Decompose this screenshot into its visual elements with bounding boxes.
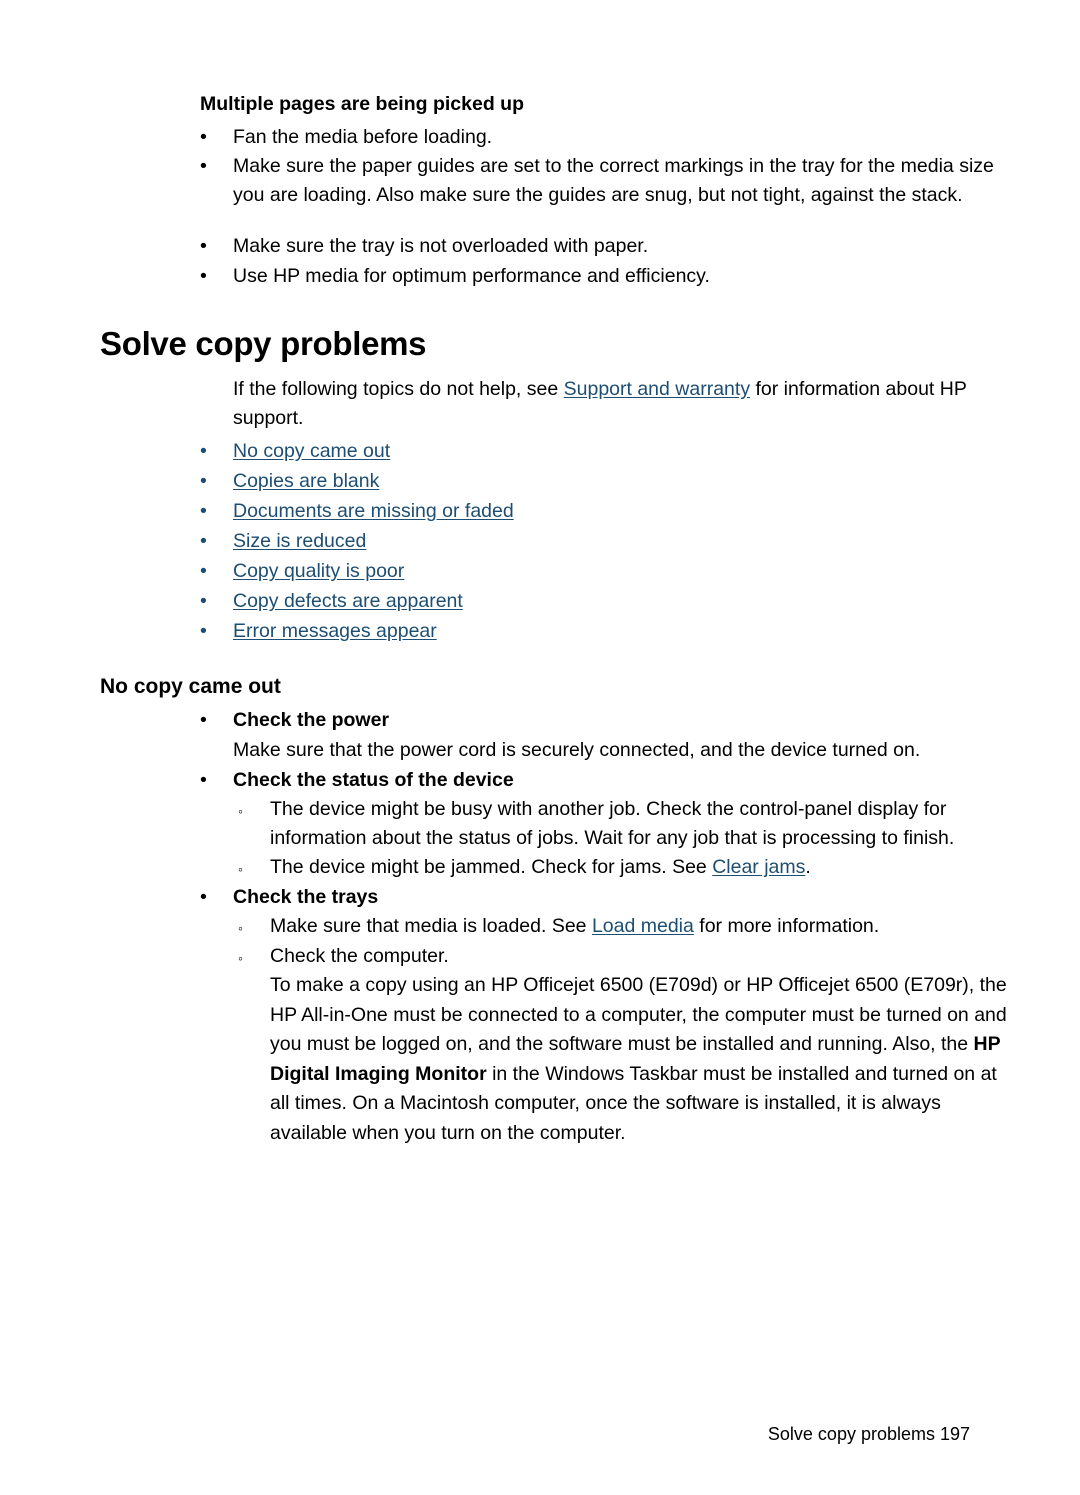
topic-link-row: Size is reduced bbox=[233, 526, 1008, 556]
subheading-check-the-trays: Check the trays bbox=[233, 886, 379, 908]
list-item: Make sure the paper guides are set to th… bbox=[233, 155, 994, 206]
link-size-is-reduced[interactable]: Size is reduced bbox=[233, 530, 366, 552]
bullet-glyph: • bbox=[200, 265, 207, 287]
topic-link-row: Copy defects are apparent bbox=[233, 586, 1008, 616]
computer-para-part1: To make a copy using an HP Officejet 650… bbox=[270, 974, 1007, 1055]
sub-list-item: Make sure that media is loaded. See Load… bbox=[270, 912, 1010, 941]
sub-bullet-glyph: ◦ bbox=[238, 861, 243, 877]
list-item: Use HP media for optimum performance and… bbox=[233, 265, 710, 287]
bullet-glyph: • bbox=[200, 440, 207, 462]
load-media-text-after: for more information. bbox=[693, 915, 880, 937]
topic-link-row: Error messages appear bbox=[233, 616, 1008, 646]
topic-link-row: No copy came out bbox=[233, 436, 1008, 466]
topic-link-row: Documents are missing or faded bbox=[233, 496, 1008, 526]
bullet-glyph: • bbox=[200, 500, 207, 522]
topic-link-row: Copy quality is poor bbox=[233, 556, 1008, 586]
sub-bullet-glyph: ◦ bbox=[238, 803, 243, 819]
link-copy-defects-are-apparent[interactable]: Copy defects are apparent bbox=[233, 590, 463, 612]
link-clear-jams[interactable]: Clear jams bbox=[712, 856, 805, 878]
bullet-glyph: • bbox=[200, 769, 207, 791]
link-documents-are-missing-or-faded[interactable]: Documents are missing or faded bbox=[233, 500, 514, 522]
link-copies-are-blank[interactable]: Copies are blank bbox=[233, 470, 379, 492]
link-error-messages-appear[interactable]: Error messages appear bbox=[233, 620, 437, 642]
link-support-and-warranty[interactable]: Support and warranty bbox=[564, 378, 750, 400]
check-power-body: Make sure that the power cord is securel… bbox=[233, 739, 921, 761]
check-computer-paragraph: To make a copy using an HP Officejet 650… bbox=[270, 971, 1010, 1148]
bullet-glyph: • bbox=[200, 530, 207, 552]
subheading-check-the-status-of-the-device: Check the status of the device bbox=[233, 769, 514, 791]
subheading-check-the-power: Check the power bbox=[233, 709, 390, 731]
intro-paragraph: If the following topics do not help, see… bbox=[233, 375, 1008, 433]
page-title: Solve copy problems bbox=[100, 325, 427, 362]
bullet-glyph: • bbox=[200, 590, 207, 612]
heading-multiple-pages: Multiple pages are being picked up bbox=[200, 93, 524, 115]
list-item: Make sure the tray is not overloaded wit… bbox=[233, 235, 649, 257]
list-item: Fan the media before loading. bbox=[233, 126, 493, 148]
link-load-media[interactable]: Load media bbox=[592, 915, 694, 937]
document-page: Multiple pages are being picked up • Fan… bbox=[0, 0, 1080, 1495]
link-no-copy-came-out[interactable]: No copy came out bbox=[233, 440, 390, 462]
bullet-glyph: • bbox=[200, 155, 207, 177]
bullet-glyph: • bbox=[200, 620, 207, 642]
sub-bullet-glyph: ◦ bbox=[238, 920, 243, 936]
footer-section-title: Solve copy problems bbox=[767, 1424, 935, 1444]
sub-item-text-before: The device might be jammed. Check for ja… bbox=[270, 856, 713, 878]
footer-page-number: 197 bbox=[940, 1424, 971, 1444]
topic-link-row: Copies are blank bbox=[233, 466, 1008, 496]
bullet-glyph: • bbox=[200, 886, 207, 908]
intro-text-before: If the following topics do not help, see bbox=[233, 378, 564, 400]
sub-list-item: The device might be jammed. Check for ja… bbox=[270, 853, 1010, 882]
sub-bullet-glyph: ◦ bbox=[238, 950, 243, 966]
sub-list-item: The device might be busy with another jo… bbox=[270, 798, 955, 849]
bullet-glyph: • bbox=[200, 126, 207, 148]
load-media-text-before: Make sure that media is loaded. See bbox=[270, 915, 592, 937]
sub-item-text-after: . bbox=[805, 856, 811, 878]
bullet-glyph: • bbox=[200, 709, 207, 731]
link-copy-quality-is-poor[interactable]: Copy quality is poor bbox=[233, 560, 404, 582]
bullet-glyph: • bbox=[200, 235, 207, 257]
bullet-glyph: • bbox=[200, 470, 207, 492]
bullet-glyph: • bbox=[200, 560, 207, 582]
sub-list-item: Check the computer. bbox=[270, 945, 449, 967]
section-heading-no-copy-came-out: No copy came out bbox=[100, 675, 281, 698]
